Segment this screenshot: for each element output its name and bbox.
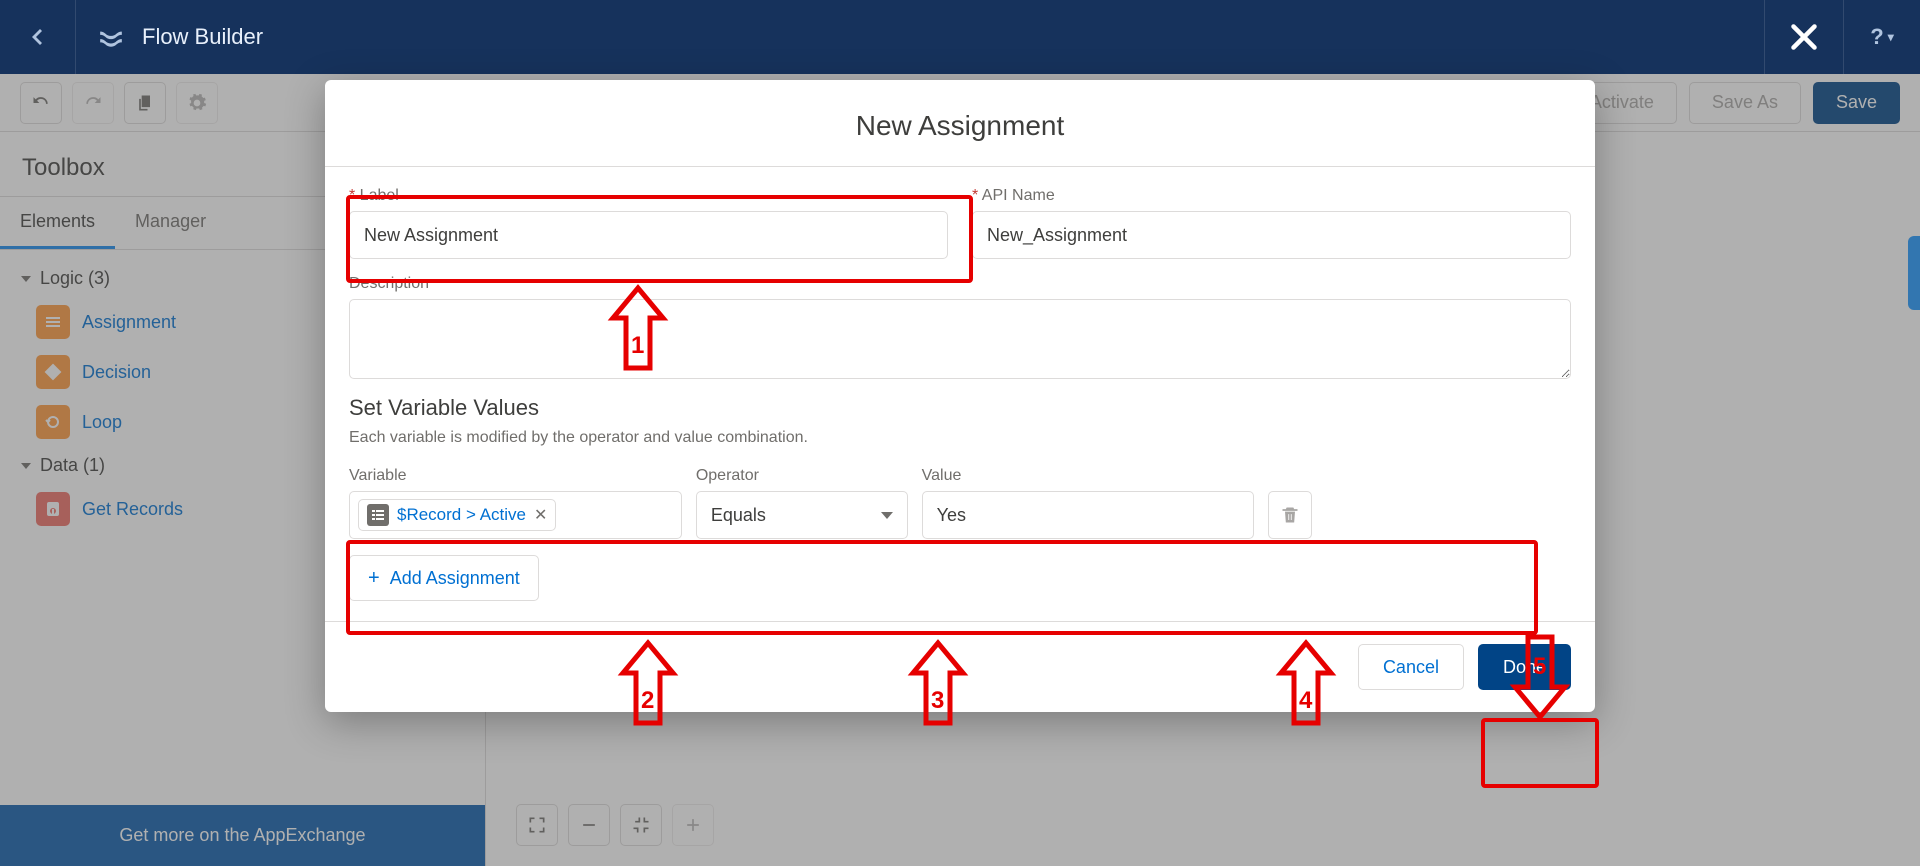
app-title: Flow Builder <box>142 24 263 50</box>
topbar-left: Flow Builder <box>0 0 285 74</box>
record-icon <box>367 504 389 526</box>
modal-body: Label API Name Description Set Variable … <box>325 167 1595 621</box>
operator-select[interactable]: Equals <box>696 491 908 539</box>
spacer <box>1268 467 1571 485</box>
caret-down-icon <box>881 512 893 519</box>
app-title-wrap: Flow Builder <box>76 24 285 50</box>
description-label: Description <box>349 275 1571 293</box>
variable-input[interactable]: $Record > Active ✕ <box>349 491 682 539</box>
apiname-label: API Name <box>972 187 1571 205</box>
assignment-row: Variable $Record > Active ✕ Operator Equ… <box>349 467 1571 539</box>
add-assignment-button[interactable]: + Add Assignment <box>349 555 539 601</box>
top-bar: Flow Builder ? ▾ <box>0 0 1920 74</box>
operator-selected: Equals <box>711 505 766 526</box>
operator-label: Operator <box>696 467 908 485</box>
close-button[interactable] <box>1764 0 1844 74</box>
new-assignment-modal: New Assignment Label API Name Descriptio… <box>325 80 1595 712</box>
help-label: ? <box>1870 24 1883 50</box>
label-input[interactable] <box>349 211 948 259</box>
variable-label: Variable <box>349 467 682 485</box>
variable-pill-text: $Record > Active <box>397 505 526 525</box>
modal-header: New Assignment <box>325 80 1595 167</box>
value-label: Value <box>922 467 1255 485</box>
topbar-right: ? ▾ <box>1764 0 1920 74</box>
section-title: Set Variable Values <box>349 395 1571 421</box>
arrow-left-icon <box>26 25 50 49</box>
trash-icon <box>1280 505 1300 525</box>
back-button[interactable] <box>0 0 76 74</box>
close-icon <box>1786 19 1822 55</box>
add-assignment-label: Add Assignment <box>390 568 520 589</box>
description-input[interactable] <box>349 299 1571 379</box>
variable-pill[interactable]: $Record > Active ✕ <box>358 499 556 531</box>
modal-footer: Cancel Done <box>325 621 1595 712</box>
modal-title: New Assignment <box>349 110 1571 142</box>
plus-icon: + <box>368 567 380 590</box>
caret-down-icon: ▾ <box>1888 30 1894 44</box>
flow-logo-icon <box>98 24 124 50</box>
cancel-button[interactable]: Cancel <box>1358 644 1464 690</box>
help-menu[interactable]: ? ▾ <box>1844 0 1920 74</box>
done-button[interactable]: Done <box>1478 644 1571 690</box>
apiname-input[interactable] <box>972 211 1571 259</box>
pill-remove-button[interactable]: ✕ <box>534 505 547 525</box>
section-hint: Each variable is modified by the operato… <box>349 429 1571 447</box>
delete-row-button[interactable] <box>1268 491 1312 539</box>
value-input[interactable] <box>922 491 1255 539</box>
label-label: Label <box>349 187 948 205</box>
